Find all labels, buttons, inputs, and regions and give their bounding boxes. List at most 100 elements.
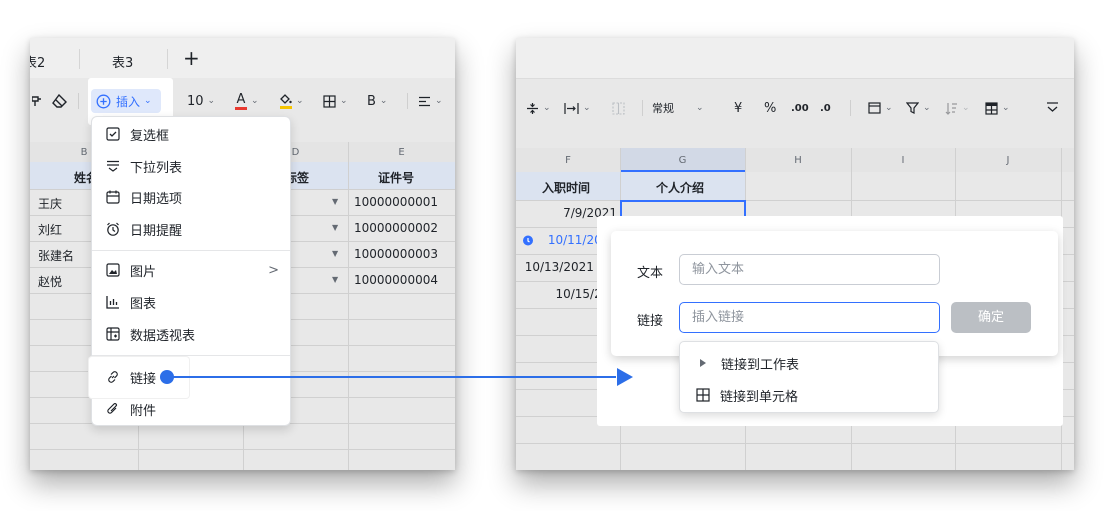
- menu-item-pivot-table[interactable]: 数据透视表: [92, 319, 291, 349]
- font-size-select[interactable]: 10 ⌄: [187, 87, 215, 115]
- cell-id[interactable]: 10000000004: [354, 273, 438, 287]
- column-header-j: J: [1006, 155, 1010, 166]
- option-link-to-cell[interactable]: 链接到单元格: [680, 380, 938, 410]
- chevron-down-icon: ⌄: [962, 103, 970, 113]
- menu-item-image[interactable]: 图片 >: [92, 255, 291, 285]
- currency-icon: ¥: [734, 100, 743, 116]
- link-input[interactable]: 插入链接: [679, 302, 940, 333]
- font-color-icon: A: [235, 93, 247, 110]
- chevron-down-icon: ⌄: [1002, 103, 1010, 113]
- freeze-pane-icon: [868, 102, 881, 114]
- cell-name[interactable]: 王庆: [38, 195, 62, 212]
- toolbar: ⌄ ⌄ 常规 ⌄ ¥ % .00 .0 ⌄ ⌄ ⌄ ⌄: [516, 94, 1074, 122]
- caret-down-icon[interactable]: ▼: [332, 223, 338, 232]
- chevron-down-icon: ⌄: [296, 96, 304, 106]
- merge-cells-button[interactable]: [612, 94, 625, 122]
- checkbox-icon: [105, 126, 121, 142]
- column-header-i: I: [901, 155, 905, 166]
- paint-format-icon[interactable]: [32, 87, 42, 115]
- sort-button[interactable]: ⌄: [945, 94, 970, 122]
- dropdown-list-icon: [105, 158, 121, 174]
- plus-circle-icon: [96, 94, 111, 109]
- freeze-button[interactable]: ⌄: [868, 94, 893, 122]
- confirm-button[interactable]: 确定: [951, 302, 1031, 333]
- text-wrap-icon: [564, 102, 579, 115]
- menu-item-attachment[interactable]: 附件: [92, 394, 291, 424]
- menu-item-checkbox[interactable]: 复选框: [92, 119, 291, 149]
- cell-name[interactable]: 赵悦: [38, 273, 62, 290]
- spreadsheet-right-panel: ⌄ ⌄ 常规 ⌄ ¥ % .00 .0 ⌄ ⌄ ⌄ ⌄ F G H I J 入职时…: [516, 38, 1074, 470]
- font-color-button[interactable]: A ⌄: [235, 87, 259, 115]
- menu-item-date-option[interactable]: 日期选项: [92, 182, 291, 212]
- link-field-label: 链接: [637, 314, 664, 329]
- menu-item-label: 日期选项: [130, 191, 183, 207]
- caret-down-icon[interactable]: ▼: [332, 197, 338, 206]
- caret-down-icon[interactable]: ▼: [332, 275, 338, 284]
- link-options-dropdown: 链接到工作表 链接到单元格: [679, 341, 939, 413]
- menu-item-label: 图片: [130, 264, 157, 280]
- header-id: 证件号: [378, 171, 415, 185]
- currency-button[interactable]: ¥: [734, 94, 742, 122]
- sheet-tab-3[interactable]: 表3: [112, 52, 133, 71]
- option-link-to-sheet[interactable]: 链接到工作表: [680, 348, 938, 378]
- filter-icon: [906, 102, 919, 114]
- increase-decimal-button[interactable]: .00: [791, 94, 809, 122]
- menu-item-label: 链接: [130, 371, 157, 387]
- attachment-icon: [105, 401, 121, 417]
- fill-color-button[interactable]: ⌄: [279, 87, 304, 115]
- cell-name[interactable]: 张建名: [38, 247, 74, 264]
- chevron-down-icon: ⌄: [207, 96, 216, 106]
- align-button[interactable]: ⌄: [418, 87, 443, 115]
- sheet-tab-bar: 表2 表3 +: [30, 38, 455, 78]
- triangle-right-icon: [700, 359, 708, 367]
- cell-id[interactable]: 10000000002: [354, 221, 438, 235]
- number-format-select[interactable]: 常规 ⌄: [652, 94, 704, 122]
- cell-id[interactable]: 10000000003: [354, 247, 438, 261]
- insert-menu: 复选框 下拉列表 日期选项 日期提醒 图片 > 图表 数据透视表 链接 附件: [89, 116, 291, 426]
- merge-cells-icon: [612, 101, 625, 115]
- chevron-down-icon: ⌄: [144, 96, 152, 106]
- option-label: 链接到工作表: [721, 357, 800, 373]
- pivot-table-icon: [105, 326, 121, 342]
- sheet-tab-2[interactable]: 表2: [30, 52, 45, 71]
- menu-item-date-reminder[interactable]: 日期提醒: [92, 214, 291, 244]
- image-icon: [105, 262, 121, 278]
- cell-name[interactable]: 刘红: [38, 221, 62, 238]
- decrease-decimal-button[interactable]: .0: [820, 94, 831, 122]
- bold-button[interactable]: B ⌄: [367, 87, 387, 115]
- chevron-down-icon: ⌄: [251, 96, 259, 106]
- link-dialog: 文本 输入文本 链接 插入链接 确定: [611, 231, 1058, 356]
- column-header-h: H: [794, 155, 802, 166]
- cell-id[interactable]: 10000000001: [354, 195, 438, 209]
- row-line: [516, 200, 1074, 201]
- chevron-down-icon: ⌄: [923, 103, 931, 113]
- chevron-down-icon: ⌄: [543, 103, 551, 113]
- row-line: [516, 443, 1074, 444]
- chevron-down-icon: ⌄: [583, 103, 591, 113]
- bold-icon: B: [367, 93, 376, 109]
- menu-item-chart[interactable]: 图表: [92, 287, 291, 317]
- table-style-icon: [985, 101, 998, 115]
- insert-button[interactable]: 插入 ⌄: [91, 89, 161, 113]
- vertical-align-icon: [526, 102, 539, 115]
- border-button[interactable]: ⌄: [323, 87, 348, 115]
- eraser-icon[interactable]: [52, 87, 68, 115]
- chevron-down-icon: ⌄: [885, 103, 893, 113]
- chevron-down-icon: ⌄: [379, 96, 388, 106]
- menu-item-label: 下拉列表: [130, 160, 183, 176]
- filter-button[interactable]: ⌄: [906, 94, 931, 122]
- add-sheet-button[interactable]: +: [183, 46, 200, 70]
- decrease-decimal-icon: .0: [820, 102, 831, 114]
- caret-down-icon[interactable]: ▼: [332, 249, 338, 258]
- menu-item-dropdown-list[interactable]: 下拉列表: [92, 151, 291, 181]
- valign-button[interactable]: ⌄: [526, 94, 551, 122]
- text-input[interactable]: 输入文本: [679, 254, 940, 285]
- more-options-button[interactable]: [1046, 94, 1059, 122]
- text-wrap-button[interactable]: ⌄: [564, 94, 591, 122]
- menu-item-label: 图表: [130, 296, 157, 312]
- tutorial-canvas: 表2 表3 + 插入 ⌄ 10 ⌄ A ⌄ ⌄ ⌄ B ⌄ ⌄ B D E 姓名…: [0, 0, 1114, 511]
- menu-item-link[interactable]: 链接: [92, 362, 188, 392]
- table-style-button[interactable]: ⌄: [985, 94, 1010, 122]
- chart-icon: [105, 294, 121, 310]
- percent-button[interactable]: %: [764, 94, 776, 122]
